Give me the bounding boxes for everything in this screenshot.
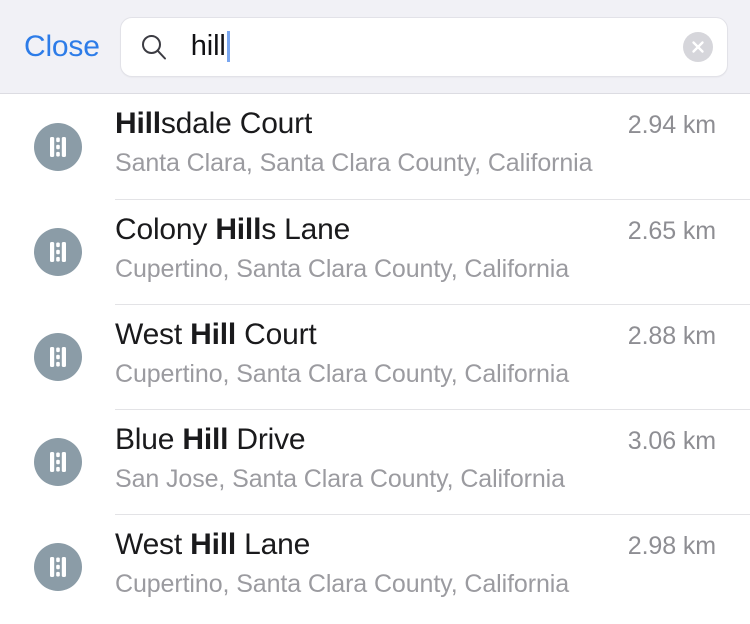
result-title: Colony Hills Lane [115, 212, 350, 247]
result-title-match: Hill [182, 423, 229, 456]
result-body: Colony Hills Lane 2.65 km Cupertino, San… [115, 199, 750, 304]
result-body: Hillsdale Court 2.94 km Santa Clara, San… [115, 94, 750, 199]
result-title-match: Hill [190, 318, 237, 351]
result-primary-line: West Hill Lane 2.98 km [115, 527, 716, 562]
result-distance: 2.65 km [627, 217, 716, 245]
result-icon-cell [0, 514, 115, 619]
search-field[interactable]: hill [119, 16, 728, 77]
result-primary-line: West Hill Court 2.88 km [115, 317, 716, 352]
result-title-prefix: Blue [115, 423, 183, 456]
result-subtitle: Cupertino, Santa Clara County, Californi… [115, 255, 570, 284]
result-title-suffix: Court [236, 318, 317, 351]
road-icon [33, 542, 82, 591]
result-row[interactable]: Blue Hill Drive 3.06 km San Jose, Santa … [0, 409, 750, 514]
search-icon [139, 32, 169, 62]
result-title: Blue Hill Drive [115, 422, 305, 457]
road-icon [33, 437, 82, 486]
result-row[interactable]: West Hill Court 2.88 km Cupertino, Santa… [0, 304, 750, 409]
result-icon-cell [0, 409, 115, 514]
result-title-suffix: s Lane [261, 213, 351, 246]
result-title: West Hill Lane [115, 527, 310, 562]
result-subtitle: San Jose, Santa Clara County, California [115, 465, 565, 494]
road-icon [33, 227, 82, 276]
result-primary-line: Colony Hills Lane 2.65 km [115, 212, 716, 247]
result-body: West Hill Lane 2.98 km Cupertino, Santa … [115, 514, 750, 619]
result-body: Blue Hill Drive 3.06 km San Jose, Santa … [115, 409, 750, 514]
result-subtitle: Cupertino, Santa Clara County, Californi… [115, 360, 570, 389]
result-row[interactable]: West Hill Lane 2.98 km Cupertino, Santa … [0, 514, 750, 619]
road-icon [33, 122, 82, 171]
result-title-match: Hill [215, 213, 262, 246]
result-title-suffix: Lane [236, 528, 311, 561]
result-distance: 2.88 km [627, 322, 716, 350]
result-title-match: Hill [190, 528, 237, 561]
result-distance: 3.06 km [627, 427, 716, 455]
result-title: Hillsdale Court [115, 106, 312, 141]
result-icon-cell [0, 94, 115, 199]
result-subtitle: Santa Clara, Santa Clara County, Califor… [115, 149, 593, 178]
close-button[interactable]: Close [0, 24, 120, 70]
text-caret [226, 31, 230, 62]
result-title-prefix: Colony [115, 213, 216, 246]
result-distance: 2.94 km [627, 111, 716, 139]
search-input[interactable]: hill [191, 31, 673, 62]
result-title-prefix: West [115, 528, 191, 561]
result-primary-line: Blue Hill Drive 3.06 km [115, 422, 716, 457]
result-icon-cell [0, 304, 115, 409]
search-input-value: hill [190, 30, 226, 62]
result-title-match: Hill [115, 107, 161, 140]
result-icon-cell [0, 199, 115, 304]
clear-search-button[interactable] [683, 31, 713, 62]
result-row[interactable]: Colony Hills Lane 2.65 km Cupertino, San… [0, 199, 750, 304]
result-title-suffix: Drive [228, 423, 306, 456]
result-body: West Hill Court 2.88 km Cupertino, Santa… [115, 304, 750, 409]
search-header: Close hill [0, 0, 750, 94]
result-title-suffix: sdale Court [160, 107, 313, 140]
road-icon [33, 332, 82, 381]
search-results-list: Hillsdale Court 2.94 km Santa Clara, San… [0, 94, 750, 619]
result-title: West Hill Court [115, 317, 317, 352]
result-primary-line: Hillsdale Court 2.94 km [115, 106, 716, 141]
result-distance: 2.98 km [627, 532, 716, 560]
result-subtitle: Cupertino, Santa Clara County, Californi… [115, 570, 570, 599]
result-row[interactable]: Hillsdale Court 2.94 km Santa Clara, San… [0, 94, 750, 199]
result-title-prefix: West [115, 318, 191, 351]
